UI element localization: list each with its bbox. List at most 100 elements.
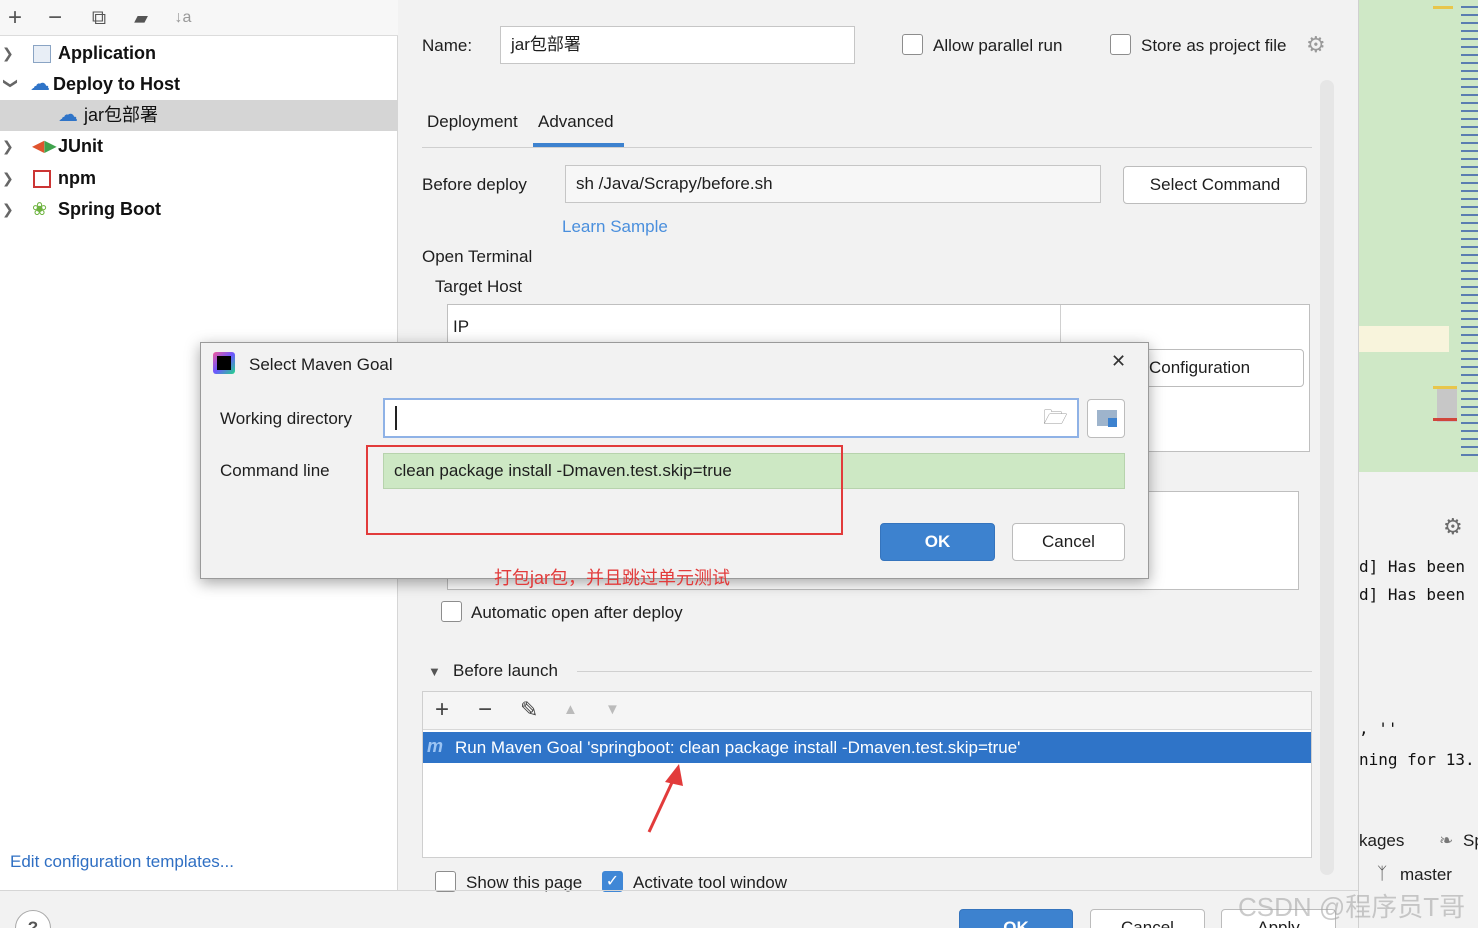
chevron-right-icon[interactable]: ❯ xyxy=(2,131,16,162)
tree-item-npm[interactable]: ❯ npm xyxy=(0,163,398,194)
tab-advanced[interactable]: Advanced xyxy=(538,112,614,132)
chevron-right-icon[interactable]: ❯ xyxy=(2,38,16,69)
tree-toolbar: + − ⧉ ▰ ↓a xyxy=(0,0,398,36)
auto-open-checkbox[interactable] xyxy=(441,601,462,622)
red-arrow-annotation xyxy=(647,764,683,833)
tree-item-label: JUnit xyxy=(58,136,103,156)
add-icon[interactable]: + xyxy=(435,696,449,724)
browse-module-button[interactable] xyxy=(1087,399,1125,438)
allow-parallel-checkbox[interactable] xyxy=(902,34,923,55)
cancel-button[interactable]: Cancel xyxy=(1090,909,1205,928)
minimap-thumb xyxy=(1437,386,1457,422)
before-deploy-input[interactable]: sh /Java/Scrapy/before.sh xyxy=(565,165,1101,203)
before-launch-label: Before launch xyxy=(453,661,558,680)
before-deploy-label: Before deploy xyxy=(422,175,527,194)
activate-tool-window-checkbox[interactable]: ✓ xyxy=(602,871,623,892)
minimap-marker xyxy=(1433,6,1453,9)
collapse-triangle-icon[interactable]: ▼ xyxy=(428,664,441,679)
chevron-down-icon[interactable]: ❯ xyxy=(0,78,27,92)
chevron-right-icon[interactable]: ❯ xyxy=(2,163,16,194)
dialog-ok-button[interactable]: OK xyxy=(880,523,995,561)
dialog-cancel-button[interactable]: Cancel xyxy=(1012,523,1125,561)
name-label: Name: xyxy=(422,36,473,55)
watermark: CSDN @程序员T哥 xyxy=(1238,892,1466,922)
log-line: d] Has been xyxy=(1359,585,1465,604)
tree-item-label: Spring Boot xyxy=(58,199,161,219)
select-command-button[interactable]: Select Command xyxy=(1123,166,1307,204)
ip-column-header: IP xyxy=(453,317,470,336)
allow-parallel-label: Allow parallel run xyxy=(933,36,1063,55)
tree-item-label: jar包部署 xyxy=(84,105,159,125)
application-icon xyxy=(33,45,51,63)
tree-item-jar-deploy[interactable]: ☁ jar包部署 xyxy=(0,100,398,131)
edit-icon[interactable]: ✎ xyxy=(520,697,538,723)
copy-icon[interactable]: ⧉ xyxy=(86,4,112,32)
configuration-button[interactable]: Configuration xyxy=(1134,349,1304,387)
ok-button[interactable]: OK xyxy=(959,909,1073,928)
store-project-checkbox[interactable] xyxy=(1110,34,1131,55)
spring-leaf-icon: ❧ xyxy=(1439,831,1454,850)
folder-icon[interactable]: ▰ xyxy=(128,4,154,32)
junit-icon: ◀▶ xyxy=(32,138,57,155)
learn-sample-link[interactable]: Learn Sample xyxy=(562,217,668,237)
tree-item-spring-boot[interactable]: ❯ ❀ Spring Boot xyxy=(0,194,398,225)
text-caret xyxy=(395,406,397,430)
remove-icon[interactable]: − xyxy=(42,4,68,32)
tab-deployment[interactable]: Deployment xyxy=(427,112,518,132)
working-directory-label: Working directory xyxy=(220,409,352,428)
tree-item-junit[interactable]: ❯ ◀▶ JUnit xyxy=(0,131,398,162)
dialog-title: Select Maven Goal xyxy=(249,355,393,374)
help-button[interactable]: ? xyxy=(15,910,51,928)
target-host-label: Target Host xyxy=(435,277,522,296)
minimap-highlight xyxy=(1359,326,1449,352)
run-maven-goal-label: Run Maven Goal 'springboot: clean packag… xyxy=(455,738,1021,757)
before-launch-divider xyxy=(577,671,1312,672)
working-directory-input[interactable]: 🗁 xyxy=(383,398,1079,438)
move-down-icon[interactable]: ▼ xyxy=(605,701,620,718)
run-maven-goal-row[interactable]: m Run Maven Goal 'springboot: clean pack… xyxy=(423,732,1311,763)
npm-icon xyxy=(33,170,51,188)
close-icon[interactable]: ✕ xyxy=(1111,351,1126,372)
maven-icon: m xyxy=(427,736,444,756)
open-terminal-label: Open Terminal xyxy=(422,247,533,266)
remove-icon[interactable]: − xyxy=(478,696,492,724)
tree-item-label: Application xyxy=(58,43,156,63)
cloud-deploy-icon: ☁ xyxy=(30,73,50,95)
show-this-page-checkbox[interactable] xyxy=(435,871,456,892)
git-branch[interactable]: master xyxy=(1400,865,1452,885)
minimap-marker xyxy=(1433,386,1457,389)
intellij-logo-icon xyxy=(213,352,235,374)
auto-open-label: Automatic open after deploy xyxy=(471,603,683,622)
spring-tab[interactable]: Sp xyxy=(1463,831,1478,851)
tree-item-application[interactable]: ❯ Application xyxy=(0,38,398,69)
command-line-label: Command line xyxy=(220,461,330,480)
sort-icon[interactable]: ↓a xyxy=(170,4,196,32)
cloud-deploy-icon: ☁ xyxy=(58,104,78,126)
ide-background-edge: ⚙ d] Has been d] Has been , '' ning for … xyxy=(1358,0,1478,928)
move-up-icon[interactable]: ▲ xyxy=(563,701,578,718)
annotation-text: 打包jar包，并且跳过单元测试 xyxy=(494,568,731,588)
tab-divider xyxy=(422,147,1312,148)
name-input[interactable]: jar包部署 xyxy=(500,26,855,64)
chevron-right-icon[interactable]: ❯ xyxy=(2,194,16,225)
tree-item-label: npm xyxy=(58,168,96,188)
gear-icon[interactable]: ⚙ xyxy=(1443,514,1463,540)
spring-boot-icon: ❀ xyxy=(32,199,48,219)
tree-item-label: Deploy to Host xyxy=(53,74,181,94)
add-icon[interactable]: + xyxy=(2,4,28,32)
log-line: d] Has been xyxy=(1359,557,1465,576)
log-line: , '' xyxy=(1359,719,1398,738)
branch-icon: ᛉ xyxy=(1377,864,1388,883)
minimap-scroll-marks xyxy=(1461,0,1478,460)
minimap-marker xyxy=(1433,418,1457,421)
packages-tab[interactable]: kages xyxy=(1359,831,1404,851)
gear-icon[interactable]: ⚙ xyxy=(1306,32,1326,58)
red-highlight-box xyxy=(366,445,843,535)
form-scrollbar[interactable] xyxy=(1320,80,1334,875)
folder-open-icon[interactable]: 🗁 xyxy=(1043,400,1068,436)
before-launch-toolbar: + − ✎ ▲ ▼ xyxy=(423,692,1311,730)
minimap-area xyxy=(1359,0,1478,472)
tree-item-deploy-to-host[interactable]: ❯ ☁ Deploy to Host xyxy=(0,69,398,100)
before-launch-list: + − ✎ ▲ ▼ m Run Maven Goal 'springboot: … xyxy=(422,691,1312,858)
edit-configuration-templates-link[interactable]: Edit configuration templates... xyxy=(10,852,234,872)
